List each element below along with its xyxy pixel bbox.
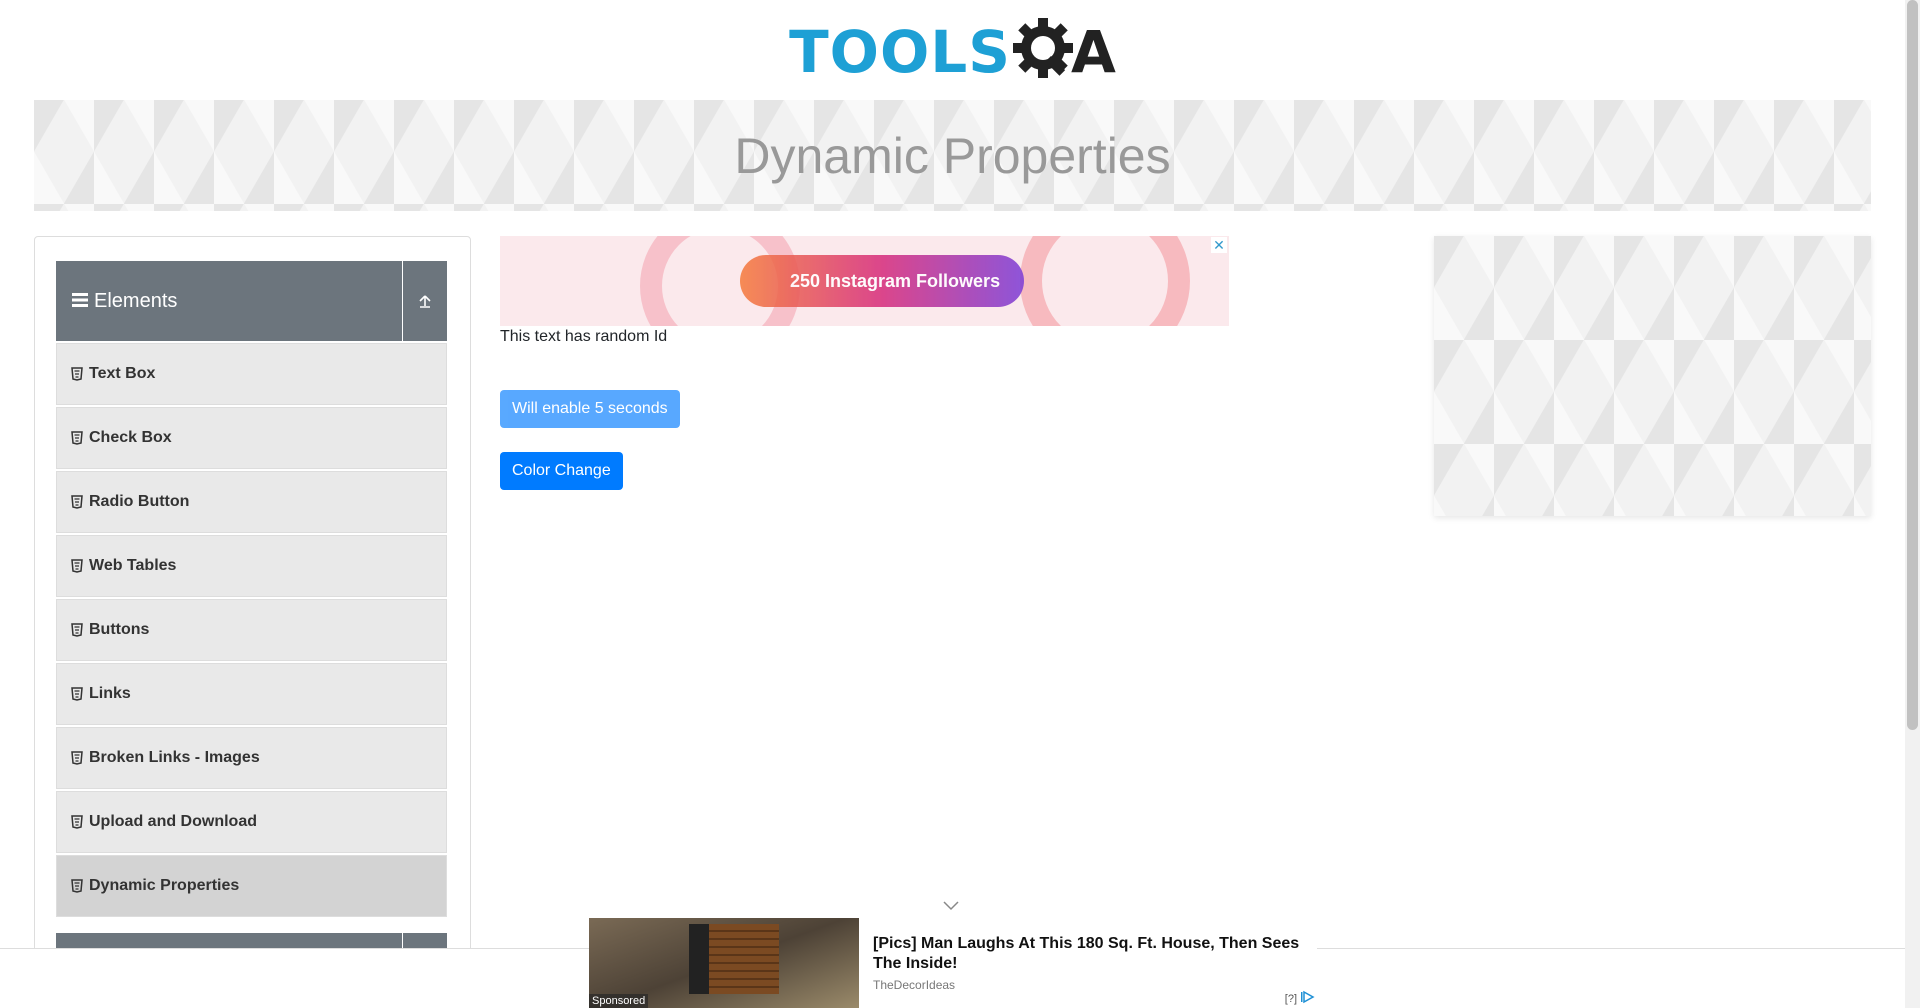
house-shape [689, 924, 709, 994]
collapse-icon[interactable] [403, 261, 447, 341]
html5-icon [71, 623, 83, 637]
sidebar-item-label: Links [89, 685, 131, 702]
sidebar-item-buttons[interactable]: Buttons [56, 599, 447, 661]
page-banner: Dynamic Properties [34, 100, 1871, 211]
menu-bars-icon [72, 290, 88, 313]
sponsored-text[interactable]: [Pics] Man Laughs At This 180 Sq. Ft. Ho… [859, 918, 1317, 1008]
chevron-down-icon[interactable] [943, 898, 959, 916]
html5-icon [71, 751, 83, 765]
sponsored-headline[interactable]: [Pics] Man Laughs At This 180 Sq. Ft. Ho… [873, 934, 1303, 974]
page-title: Dynamic Properties [734, 127, 1171, 184]
html5-icon [71, 559, 83, 573]
sidebar-item-label: Broken Links - Images [89, 749, 260, 766]
sidebar-item-label: Radio Button [89, 493, 190, 510]
logo-text: TOOLS [789, 18, 1011, 86]
html5-icon [71, 495, 83, 509]
scrollbar-thumb[interactable] [1907, 0, 1918, 730]
html5-icon [71, 687, 83, 701]
sidebar-item-check-box[interactable]: Check Box [56, 407, 447, 469]
random-id-text: This text has random Id [500, 328, 668, 345]
sponsored-label: Sponsored [589, 994, 649, 1008]
sponsored-image[interactable]: Sponsored [589, 918, 859, 1008]
adchoices[interactable]: [?] [1285, 990, 1315, 1007]
adchoices-icon[interactable] [1301, 990, 1315, 1007]
sidebar: Elements Text Box Check Box Radio Button… [34, 236, 471, 1008]
toolsqa-logo[interactable]: TOOLS A [789, 12, 1116, 92]
gear-icon [1013, 14, 1077, 91]
site-header: TOOLS A [0, 0, 1905, 96]
sidebar-group-title[interactable]: Elements [56, 261, 403, 341]
sidebar-item-links[interactable]: Links [56, 663, 447, 725]
html5-icon [71, 431, 83, 445]
sidebar-menu: Text Box Check Box Radio Button Web Tabl… [56, 343, 447, 919]
sidebar-item-dynamic-properties[interactable]: Dynamic Properties [56, 855, 447, 917]
sidebar-item-web-tables[interactable]: Web Tables [56, 535, 447, 597]
right-ad-panel[interactable] [1434, 236, 1871, 516]
html5-icon [71, 879, 83, 893]
sidebar-item-text-box[interactable]: Text Box [56, 343, 447, 405]
sidebar-item-upload-download[interactable]: Upload and Download [56, 791, 447, 853]
sidebar-group-label: Elements [94, 289, 178, 312]
page-scrollbar[interactable] [1905, 0, 1920, 1008]
ad-pill: 250 Instagram Followers [740, 255, 1024, 307]
ad-text: 250 Instagram Followers [790, 270, 1001, 291]
ad-decoration [1020, 236, 1190, 326]
html5-icon [71, 815, 83, 829]
sidebar-item-broken-links[interactable]: Broken Links - Images [56, 727, 447, 789]
ad-close-icon[interactable]: ✕ [1211, 237, 1227, 253]
sidebar-item-radio-button[interactable]: Radio Button [56, 471, 447, 533]
house-shape [709, 924, 779, 994]
logo-suffix: A [1071, 18, 1116, 86]
sidebar-item-label: Dynamic Properties [89, 877, 240, 894]
enable-after-button[interactable]: Will enable 5 seconds [500, 390, 680, 428]
sidebar-item-label: Buttons [89, 621, 150, 638]
sponsored-source: TheDecorIdeas [873, 978, 956, 992]
sidebar-group-elements[interactable]: Elements [56, 261, 447, 341]
ad-banner[interactable]: 250 Instagram Followers ✕ [500, 236, 1229, 326]
sidebar-item-label: Text Box [89, 365, 156, 382]
adchoice-help[interactable]: [?] [1285, 993, 1297, 1005]
sidebar-item-label: Check Box [89, 429, 172, 446]
sponsored-card[interactable]: Sponsored [Pics] Man Laughs At This 180 … [589, 918, 1317, 1008]
color-change-button[interactable]: Color Change [500, 452, 623, 490]
html5-icon [71, 367, 83, 381]
sidebar-item-label: Web Tables [89, 557, 177, 574]
sidebar-item-label: Upload and Download [89, 813, 257, 830]
